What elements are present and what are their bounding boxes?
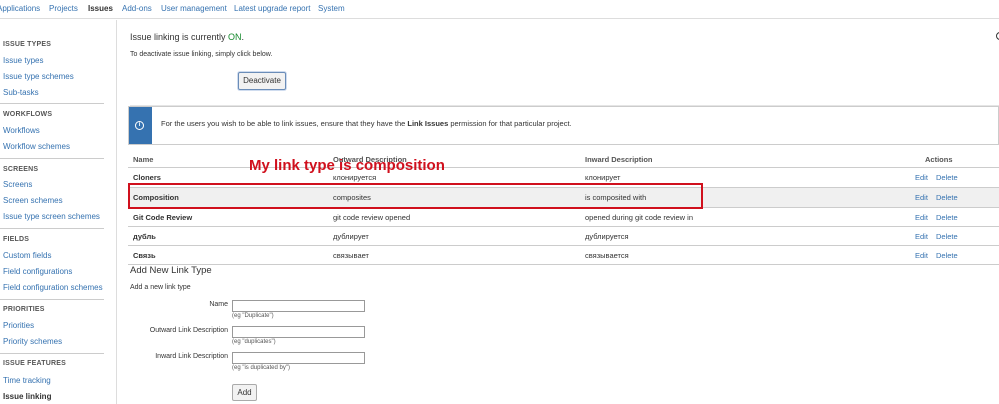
add-button[interactable]: Add — [232, 384, 257, 401]
info-text-after: permission for that particular project. — [448, 119, 572, 128]
row-divider — [128, 264, 999, 265]
edit-link[interactable]: Edit — [915, 173, 928, 182]
status-suffix: . — [241, 32, 245, 42]
table-row: Связь связывает связывается Edit Delete — [128, 246, 999, 265]
sidebar-item-issue-type-schemes[interactable]: Issue type schemes — [3, 72, 74, 81]
delete-link[interactable]: Delete — [936, 213, 958, 222]
inward-description-field[interactable] — [232, 352, 365, 364]
delete-link[interactable]: Delete — [936, 251, 958, 260]
sidebar-heading-issue-features: ISSUE FEATURES — [3, 360, 66, 367]
nav-user-management[interactable]: User management — [161, 4, 227, 13]
row-inward: дублируется — [585, 232, 629, 241]
sidebar-heading-priorities: PRIORITIES — [3, 306, 45, 313]
table-row: дубль дублирует дублируется Edit Delete — [128, 227, 999, 246]
sidebar-item-priorities[interactable]: Priorities — [3, 321, 34, 330]
nav-system[interactable]: System — [318, 4, 345, 13]
delete-link[interactable]: Delete — [936, 232, 958, 241]
outward-description-field[interactable] — [232, 326, 365, 338]
sidebar-item-priority-schemes[interactable]: Priority schemes — [3, 337, 62, 346]
info-text-bold: Link Issues — [407, 119, 449, 128]
delete-link[interactable]: Delete — [936, 193, 958, 202]
issue-linking-status: Issue linking is currently ON. — [130, 32, 244, 42]
info-message: i For the users you wish to be able to l… — [128, 106, 999, 145]
nav-issues[interactable]: Issues — [88, 4, 113, 13]
info-text-before: For the users you wish to be able to lin… — [161, 119, 408, 128]
sidebar-divider — [0, 228, 104, 229]
table-row: Git Code Review git code review opened o… — [128, 208, 999, 227]
name-field[interactable] — [232, 300, 365, 312]
main-content: Issue linking is currently ON. To deacti… — [118, 20, 999, 404]
add-link-type-subtitle: Add a new link type — [130, 284, 191, 291]
row-outward: git code review opened — [333, 213, 411, 222]
info-bar: i — [129, 107, 152, 144]
outward-description-hint: (eg "duplicates") — [232, 339, 276, 345]
row-inward: opened during git code review in — [585, 213, 693, 222]
edit-link[interactable]: Edit — [915, 193, 928, 202]
sidebar-heading-fields: FIELDS — [3, 236, 30, 243]
info-text: For the users you wish to be able to lin… — [161, 119, 572, 128]
nav-latest-upgrade-report[interactable]: Latest upgrade report — [234, 4, 311, 13]
edit-link[interactable]: Edit — [915, 213, 928, 222]
nav-projects[interactable]: Projects — [49, 4, 78, 13]
name-hint: (eg "Duplicate") — [232, 313, 274, 319]
row-outward: клонируется — [333, 173, 377, 182]
sidebar-item-workflow-schemes[interactable]: Workflow schemes — [3, 142, 70, 151]
sidebar-item-screen-schemes[interactable]: Screen schemes — [3, 196, 63, 205]
status-state: ON — [228, 32, 242, 42]
sidebar-item-screens[interactable]: Screens — [3, 180, 32, 189]
column-header-inward: Inward Description — [585, 155, 653, 164]
sidebar-item-custom-fields[interactable]: Custom fields — [3, 251, 51, 260]
delete-link[interactable]: Delete — [936, 173, 958, 182]
sidebar-divider — [0, 103, 104, 104]
sidebar-heading-screens: SCREENS — [3, 166, 39, 173]
sidebar-divider — [0, 353, 104, 354]
sidebar-item-time-tracking[interactable]: Time tracking — [3, 376, 51, 385]
sidebar-divider — [0, 299, 104, 300]
admin-top-nav: Applications Projects Issues Add-ons Use… — [0, 0, 999, 19]
sidebar-heading-issue-types: ISSUE TYPES — [3, 41, 52, 48]
sidebar-item-issue-linking[interactable]: Issue linking — [3, 392, 51, 401]
row-inward: связывается — [585, 251, 629, 260]
row-name: Связь — [133, 251, 156, 260]
row-name: Git Code Review — [133, 213, 193, 222]
column-header-name: Name — [133, 155, 154, 164]
sidebar-item-workflows[interactable]: Workflows — [3, 126, 40, 135]
status-prefix: Issue linking is currently — [130, 32, 229, 42]
inward-description-label: Inward Link Description — [155, 353, 228, 360]
deactivate-instruction: To deactivate issue linking, simply clic… — [130, 51, 273, 58]
row-name: Cloners — [133, 173, 161, 182]
outward-description-label: Outward Link Description — [149, 327, 228, 334]
nav-add-ons[interactable]: Add-ons — [122, 4, 152, 13]
row-outward: дублирует — [333, 232, 369, 241]
add-link-type-title: Add New Link Type — [130, 265, 212, 276]
sidebar-heading-workflows: WORKFLOWS — [3, 111, 53, 118]
sidebar-item-field-configuration-schemes[interactable]: Field configuration schemes — [3, 283, 103, 292]
edit-link[interactable]: Edit — [915, 251, 928, 260]
annotation-highlight-box — [128, 183, 703, 209]
sidebar-item-field-configurations[interactable]: Field configurations — [3, 267, 72, 276]
sidebar-item-sub-tasks[interactable]: Sub-tasks — [3, 88, 39, 97]
row-outward: связывает — [333, 251, 369, 260]
name-label: Name — [209, 301, 228, 308]
inward-description-hint: (eg "is duplicated by") — [232, 365, 290, 371]
nav-applications[interactable]: Applications — [0, 4, 40, 13]
column-header-actions: Actions — [925, 155, 953, 164]
row-inward: клонирует — [585, 173, 621, 182]
admin-sidebar: ISSUE TYPES Issue types Issue type schem… — [0, 20, 117, 404]
sidebar-item-issue-types[interactable]: Issue types — [3, 56, 43, 65]
info-icon: i — [135, 121, 144, 130]
row-name: дубль — [133, 232, 156, 241]
edit-link[interactable]: Edit — [915, 232, 928, 241]
deactivate-button[interactable]: Deactivate — [238, 72, 286, 90]
sidebar-item-issue-type-screen-schemes[interactable]: Issue type screen schemes — [3, 212, 100, 221]
sidebar-divider — [0, 158, 104, 159]
annotation-label: My link type is composition — [249, 157, 445, 174]
